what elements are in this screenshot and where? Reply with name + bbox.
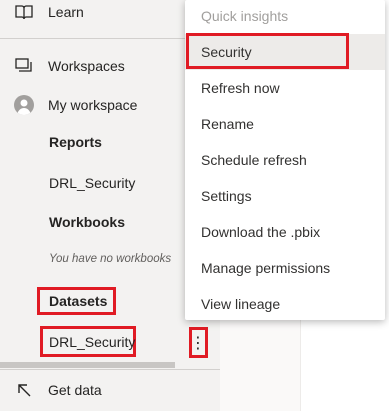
menu-item-quick-insights[interactable]: Quick insights — [185, 0, 385, 34]
workspaces-icon — [14, 56, 34, 76]
nav-learn-label: Learn — [48, 4, 84, 20]
nav-learn[interactable]: Learn — [0, 0, 185, 30]
nav-workspaces-label: Workspaces — [48, 58, 125, 74]
report-item[interactable]: DRL_Security — [49, 175, 135, 191]
book-icon — [14, 2, 34, 22]
workbooks-header: Workbooks — [49, 214, 125, 230]
reports-header: Reports — [49, 134, 102, 150]
nav-my-workspace-label: My workspace — [48, 97, 138, 113]
avatar-icon — [14, 95, 34, 115]
avatar — [14, 95, 34, 115]
datasets-header: Datasets — [49, 293, 108, 309]
context-menu: Quick insights Security Refresh now Rena… — [185, 0, 385, 320]
nav-workspaces[interactable]: Workspaces — [0, 48, 185, 84]
dataset-item[interactable]: DRL_Security — [49, 334, 135, 350]
nav-my-workspace[interactable]: My workspace — [0, 87, 185, 123]
nav-get-data[interactable]: Get data — [0, 372, 185, 408]
divider — [0, 369, 220, 370]
menu-item-rename[interactable]: Rename — [185, 106, 385, 142]
horizontal-scrollbar[interactable] — [0, 362, 175, 368]
more-options-icon[interactable]: ⋮ — [190, 330, 206, 356]
menu-item-refresh-now[interactable]: Refresh now — [185, 70, 385, 106]
menu-item-manage-permissions[interactable]: Manage permissions — [185, 250, 385, 286]
menu-item-download-pbix[interactable]: Download the .pbix — [185, 214, 385, 250]
arrow-up-left-icon — [14, 380, 34, 400]
security-highlight-box — [186, 33, 349, 69]
menu-item-view-lineage[interactable]: View lineage — [185, 286, 385, 322]
menu-item-schedule-refresh[interactable]: Schedule refresh — [185, 142, 385, 178]
nav-get-data-label: Get data — [48, 382, 102, 398]
menu-item-settings[interactable]: Settings — [185, 178, 385, 214]
divider — [0, 38, 185, 39]
workbooks-empty-text: You have no workbooks — [49, 253, 172, 265]
